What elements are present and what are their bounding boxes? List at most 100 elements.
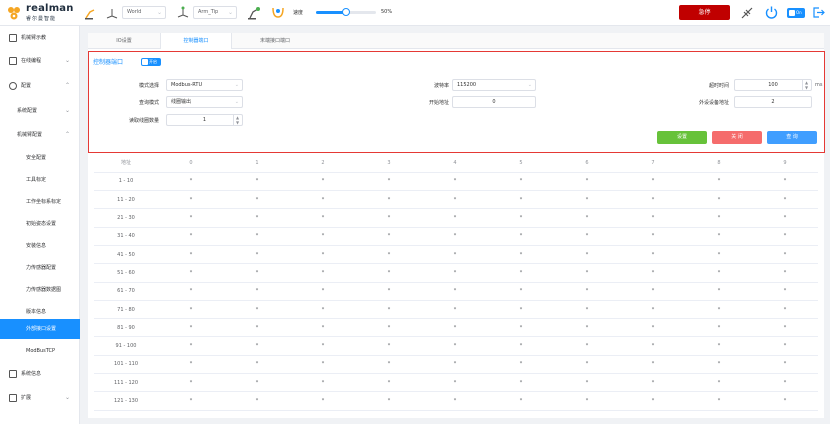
spinner-arrows-icon[interactable]: ▲ ▼ [802,80,810,90]
coil-value-cell: * [224,355,290,375]
coil-value-cell: * [752,172,818,192]
sidebar-item-label: 安装信息 [26,243,47,249]
coil-value-cell: * [224,373,290,393]
sidebar-item-initial-pose[interactable]: 初始姿态设置 [0,214,80,234]
sidebar-item-label: 在线编程 [21,58,42,64]
coil-value-cell: * [554,282,620,301]
device-address-value: 2 [771,99,775,105]
sidebar-item-label: 工作坐标系标定 [26,199,62,205]
sidebar-item-safety[interactable]: 安全配置 [0,148,80,168]
coil-count-input[interactable]: 1 ▲ ▼ [166,114,243,126]
sidebar-item-modbustcp[interactable]: ModBusTCP [0,341,80,361]
chevron-down-icon: ⌄ [527,82,532,88]
coil-value-cell: * [158,336,224,356]
robot-arm-reset-icon[interactable] [247,5,263,20]
coil-value-cell: * [620,355,686,375]
coil-value-cell: * [686,208,752,228]
sidebar-item-extension[interactable]: 扩展 ⌄ [0,388,80,408]
coil-value-cell: * [290,355,356,375]
coil-value-cell: * [686,318,752,338]
speed-label: 速度 [293,10,304,16]
coil-value-cell: * [554,336,620,356]
chevron-down-icon: ⌄ [227,9,233,16]
top-bar: realman 睿尔曼智能 World ⌄ Arm_Tip ⌄ 速度 50% 急… [0,0,830,26]
coil-value-cell: * [752,300,818,320]
start-address-input[interactable]: 0 [452,96,536,108]
sidebar-item-tool-calibration[interactable]: 工具标定 [0,170,80,190]
mode-toggle-label: On [796,10,802,15]
logout-icon[interactable] [812,6,825,19]
mode-select-value: Modbus-RTU [171,82,203,88]
coil-value-cell: * [422,355,488,375]
coil-value-cell: * [158,300,224,320]
sidebar-item-label: 安全配置 [26,155,47,161]
query-mode-value: 线圈输出 [171,99,192,105]
sidebar-item-force-sensor[interactable]: 力传感器配置 [0,258,80,278]
sidebar-item-config[interactable]: 配置 ⌃ [0,76,80,96]
coil-value-cell: * [686,391,752,411]
sidebar-item-force-chart[interactable]: 力传感器数据图 [0,280,80,300]
close-button[interactable]: 关 闭 [712,131,762,144]
coil-value-cell: * [422,208,488,228]
coil-value-cell: * [224,336,290,356]
drag-teach-icon[interactable] [270,5,286,20]
coil-value-cell: * [224,172,290,192]
column-header: 8 [686,154,752,173]
column-header: 7 [620,154,686,173]
sidebar-item-system-config[interactable]: 系统配置 ⌄ [0,101,80,121]
mode-select[interactable]: Modbus-RTU ⌄ [166,79,243,91]
device-address-input[interactable]: 2 [734,96,812,108]
sidebar-item-teach[interactable]: 机械臂示教 [0,28,80,48]
row-address: 101 - 110 [94,355,158,375]
sidebar-item-external-interface[interactable]: 外部接口设置 [0,319,80,339]
tab-io-settings[interactable]: IO设置 [88,33,160,49]
coil-value-cell: * [620,336,686,356]
baud-rate-select[interactable]: 115200 ⌄ [452,79,536,91]
timeout-input[interactable]: 100 ▲ ▼ [734,79,812,91]
sidebar-item-system-info[interactable]: 系统信息 [0,364,80,384]
coil-value-cell: * [488,172,554,192]
tab-controller-port[interactable]: 控制器端口 [160,33,232,49]
sidebar-item-label: 机械臂示教 [21,35,47,41]
tab-end-interface-port[interactable]: 末端接口端口 [232,33,318,49]
chevron-down-icon: ⌄ [234,82,239,88]
query-button[interactable]: 查 询 [767,131,817,144]
realman-logo-icon [8,7,20,20]
row-address: 71 - 80 [94,300,158,320]
set-button[interactable]: 设置 [657,131,707,144]
disconnect-icon[interactable] [740,6,754,20]
sidebar-item-label: 系统信息 [21,371,42,377]
coil-value-cell: * [554,208,620,228]
table-row: 21 - 30 * * * * * * * * * * [94,208,818,228]
emergency-stop-button[interactable]: 急停 [679,5,730,20]
query-mode-select[interactable]: 线圈输出 ⌄ [166,96,243,108]
coil-value-cell: * [620,318,686,338]
tool-select[interactable]: Arm_Tip ⌄ [193,6,237,19]
coil-value-cell: * [158,227,224,246]
sidebar-item-work-frame[interactable]: 工作坐标系标定 [0,192,80,212]
column-header: 2 [290,154,356,173]
sidebar-item-install-info[interactable]: 安装信息 [0,236,80,256]
mode-toggle[interactable]: On [787,8,805,18]
robot-arm-icon [9,34,17,42]
tool-teach-icon[interactable] [84,6,98,20]
speed-slider-handle[interactable] [342,8,350,16]
coil-value-cell: * [158,208,224,228]
coil-value-cell: * [554,172,620,192]
sidebar-item-arm-config[interactable]: 机械臂配置 ⌃ [0,125,80,145]
sidebar-item-online-programming[interactable]: 在线编程 ⌄ [0,51,80,71]
coil-value-cell: * [686,190,752,210]
coil-value-cell: * [356,300,422,320]
sidebar-item-label: 配置 [21,83,32,89]
coil-value-cell: * [158,172,224,192]
spinner-arrows-icon[interactable]: ▲ ▼ [233,115,241,125]
speed-slider[interactable] [316,8,376,16]
coil-value-cell: * [422,336,488,356]
coil-value-cell: * [752,336,818,356]
coil-value-cell: * [488,300,554,320]
frame-select[interactable]: World ⌄ [122,6,166,19]
port-enable-toggle[interactable]: 开启 [141,58,161,66]
coil-value-cell: * [422,172,488,192]
power-icon[interactable] [764,5,779,20]
tool-select-value: Arm_Tip [198,9,219,15]
